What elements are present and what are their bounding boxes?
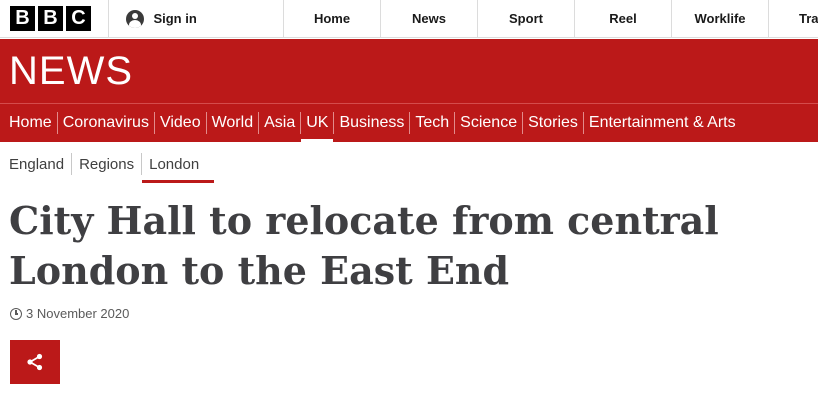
article-date: 3 November 2020 — [10, 306, 129, 321]
global-header: B B C Sign in Home News Sport Reel Workl… — [0, 0, 818, 38]
signin-link[interactable]: Sign in — [109, 0, 284, 37]
sub-nav-england[interactable]: England — [0, 153, 73, 175]
share-button[interactable] — [10, 340, 60, 384]
nav-item-business[interactable]: Business — [334, 112, 411, 134]
user-icon — [126, 9, 145, 28]
bbc-logo-letter: B — [10, 6, 35, 31]
news-logo[interactable]: NEWS — [9, 50, 133, 92]
sub-nav-london[interactable]: London — [142, 153, 215, 183]
global-nav-travel[interactable]: Tra — [769, 0, 818, 37]
article-headline: City Hall to relocate from central Londo… — [9, 198, 719, 293]
global-nav-home[interactable]: Home — [284, 0, 381, 37]
nav-item-coronavirus[interactable]: Coronavirus — [58, 112, 155, 134]
bbc-logo[interactable]: B B C — [0, 0, 110, 37]
global-nav-worklife[interactable]: Worklife — [672, 0, 769, 37]
nav-item-science[interactable]: Science — [455, 112, 524, 134]
nav-item-world[interactable]: World — [207, 112, 260, 134]
nav-item-tech[interactable]: Tech — [410, 112, 456, 134]
global-nav-news[interactable]: News — [381, 0, 478, 37]
bbc-logo-letter: C — [66, 6, 91, 31]
share-icon — [27, 353, 43, 371]
article-date-text: 3 November 2020 — [26, 306, 130, 321]
global-nav-sport[interactable]: Sport — [478, 0, 575, 37]
nav-item-home[interactable]: Home — [0, 112, 58, 134]
main-nav: Home Coronavirus Video World Asia UK Bus… — [0, 103, 818, 143]
nav-item-stories[interactable]: Stories — [523, 112, 584, 134]
nav-item-uk[interactable]: UK — [301, 112, 335, 143]
news-banner: NEWS — [0, 39, 818, 103]
signin-label: Sign in — [153, 11, 197, 26]
nav-item-video[interactable]: Video — [155, 112, 207, 134]
global-nav: Home News Sport Reel Worklife Tra — [284, 0, 818, 37]
sub-nav-regions[interactable]: Regions — [72, 153, 143, 175]
sub-nav: England Regions London — [0, 150, 215, 183]
clock-icon — [10, 307, 22, 320]
bbc-logo-letter: B — [38, 6, 63, 31]
nav-item-asia[interactable]: Asia — [259, 112, 302, 134]
nav-item-entertainment-arts[interactable]: Entertainment & Arts — [584, 112, 741, 134]
global-nav-reel[interactable]: Reel — [575, 0, 672, 37]
